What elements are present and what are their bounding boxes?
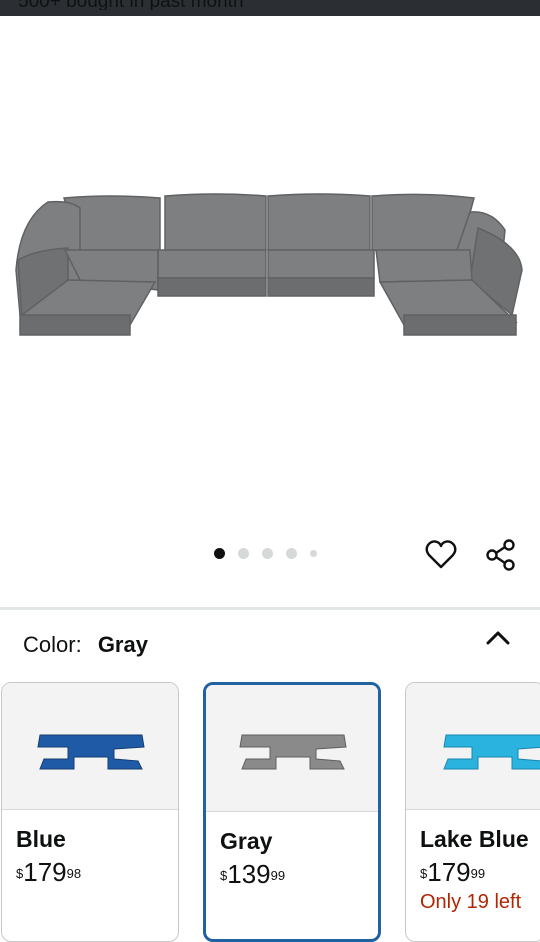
- swatch-image-wrap: [406, 683, 540, 810]
- color-label-row: Color: Gray: [23, 632, 148, 658]
- pager-dot-3[interactable]: [262, 548, 273, 559]
- swatch-image: [443, 734, 540, 770]
- swatch-image-wrap: [2, 683, 178, 810]
- product-image[interactable]: [0, 150, 540, 370]
- color-label: Color:: [23, 632, 82, 657]
- option-price: $17999: [420, 857, 486, 887]
- pager-dot-4[interactable]: [286, 548, 297, 559]
- low-stock-text: Only 19 left: [420, 891, 522, 913]
- option-price: $13999: [220, 859, 286, 889]
- option-name: Gray: [220, 828, 273, 854]
- pager-dot-5[interactable]: [310, 550, 317, 557]
- color-option-gray[interactable]: Gray $13999: [203, 682, 381, 942]
- pager-dot-1[interactable]: [214, 548, 225, 559]
- option-price: $17998: [16, 857, 82, 887]
- pager-dot-2[interactable]: [238, 548, 249, 559]
- color-option-lake-blue[interactable]: Lake Blue $17999 Only 19 left: [405, 682, 540, 942]
- color-option-blue[interactable]: Blue $17998: [1, 682, 179, 942]
- heart-icon[interactable]: [424, 538, 458, 572]
- bought-count-text: 500+ bought in past month: [18, 0, 244, 10]
- image-pager: [214, 548, 330, 559]
- share-icon[interactable]: [484, 538, 518, 572]
- option-name: Blue: [16, 826, 66, 852]
- option-name: Lake Blue: [420, 826, 529, 852]
- section-divider: [0, 607, 540, 610]
- color-selected-value: Gray: [97, 632, 148, 657]
- chevron-up-icon[interactable]: [484, 626, 512, 648]
- swatch-image: [37, 734, 145, 770]
- swatch-image-wrap: [206, 685, 378, 812]
- swatch-image: [239, 734, 347, 770]
